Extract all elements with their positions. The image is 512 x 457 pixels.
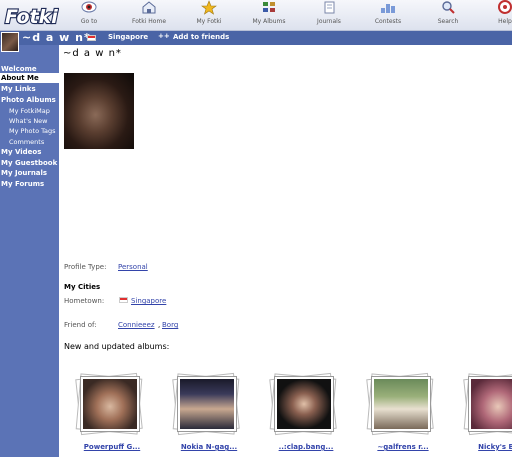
- friend-of-label: Friend of:: [64, 321, 97, 329]
- album-caption[interactable]: ..:clap.bang...: [266, 443, 346, 451]
- contests-icon: [366, 0, 410, 17]
- profile-name[interactable]: ~d a w n*: [22, 31, 91, 44]
- sidebar-item-about-me[interactable]: About Me: [0, 73, 59, 83]
- add-to-friends-link[interactable]: Add to friends: [173, 33, 229, 42]
- main-content: ~d a w n* Profile Type: Personal My Citi…: [60, 45, 512, 457]
- friend-link[interactable]: Borg: [162, 321, 178, 330]
- sidebar-item-comments[interactable]: Comments: [0, 137, 59, 147]
- add-friend-icon: ++: [158, 32, 170, 40]
- sidebar-item-my-links[interactable]: My Links: [0, 84, 59, 94]
- profile-header-bar: ~d a w n* Singapore ++ Add to friends: [0, 31, 512, 52]
- album-thumbnail: [177, 376, 237, 432]
- sidebar-item-whats-new[interactable]: What's New: [0, 116, 59, 126]
- nav-my-fotki[interactable]: My Fotki: [188, 0, 230, 31]
- singapore-flag-icon: [119, 297, 128, 303]
- sidebar-item-my-videos[interactable]: My Videos: [0, 147, 59, 157]
- nav-contests[interactable]: Contests: [366, 0, 410, 31]
- sidebar-item-my-fotkimap[interactable]: My FotkiMap: [0, 106, 59, 116]
- profile-type-label: Profile Type:: [64, 263, 107, 271]
- singapore-flag-icon: [87, 35, 96, 41]
- profile-photo[interactable]: [64, 73, 134, 149]
- sidebar-item-my-forums[interactable]: My Forums: [0, 179, 59, 189]
- journal-icon: [308, 0, 350, 17]
- eye-icon: [68, 0, 110, 17]
- help-icon: [490, 0, 512, 17]
- album-card[interactable]: Powerpuff G...: [72, 371, 152, 451]
- album-caption[interactable]: Powerpuff G...: [72, 443, 152, 451]
- nav-fotki-home[interactable]: Fotki Home: [125, 0, 173, 31]
- album-thumbnail: [468, 376, 512, 432]
- profile-type-link[interactable]: Personal: [118, 263, 148, 272]
- nav-search[interactable]: Search: [428, 0, 468, 31]
- nav-journals[interactable]: Journals: [308, 0, 350, 31]
- albums-heading: New and updated albums:: [64, 342, 170, 351]
- profile-city-link[interactable]: Singapore: [108, 33, 148, 42]
- top-nav: Fotki Go to Fotki Home My Fotki My Album…: [0, 0, 512, 31]
- album-thumbnail: [274, 376, 334, 432]
- fotki-logo[interactable]: Fotki: [3, 1, 59, 30]
- album-thumbnail: [80, 376, 140, 432]
- house-icon: [125, 0, 173, 17]
- sidebar-item-my-journals[interactable]: My Journals: [0, 168, 59, 178]
- albums-icon: [246, 0, 292, 17]
- album-card[interactable]: Nokia N-gag...: [169, 371, 249, 451]
- hometown-label: Hometown:: [64, 297, 105, 305]
- sidebar: Welcome About Me My Links Photo Albums M…: [0, 45, 59, 457]
- page-title: ~d a w n*: [63, 48, 122, 59]
- search-icon: [428, 0, 468, 17]
- nav-go-to[interactable]: Go to: [68, 0, 110, 31]
- nav-my-albums[interactable]: My Albums: [246, 0, 292, 31]
- album-card[interactable]: Nicky's B...: [460, 371, 512, 451]
- sidebar-item-my-guestbook[interactable]: My Guestbook: [0, 158, 59, 168]
- star-icon: [188, 0, 230, 17]
- album-caption[interactable]: Nicky's B...: [460, 443, 512, 451]
- sidebar-item-photo-albums[interactable]: Photo Albums: [0, 95, 59, 105]
- svg-text:Fotki: Fotki: [5, 6, 58, 28]
- friend-link[interactable]: Connieeez: [118, 321, 155, 330]
- album-card[interactable]: ..:clap.bang...: [266, 371, 346, 451]
- album-caption[interactable]: Nokia N-gag...: [169, 443, 249, 451]
- album-caption[interactable]: ~galfrens r...: [363, 443, 443, 451]
- album-card[interactable]: ~galfrens r...: [363, 371, 443, 451]
- friend-separator: ,: [158, 321, 161, 329]
- hometown-link[interactable]: Singapore: [131, 297, 166, 306]
- my-cities-heading: My Cities: [64, 283, 101, 291]
- sidebar-item-my-photo-tags[interactable]: My Photo Tags: [0, 126, 59, 136]
- nav-help[interactable]: Help: [490, 0, 512, 31]
- album-thumbnail: [371, 376, 431, 432]
- avatar[interactable]: [1, 32, 19, 52]
